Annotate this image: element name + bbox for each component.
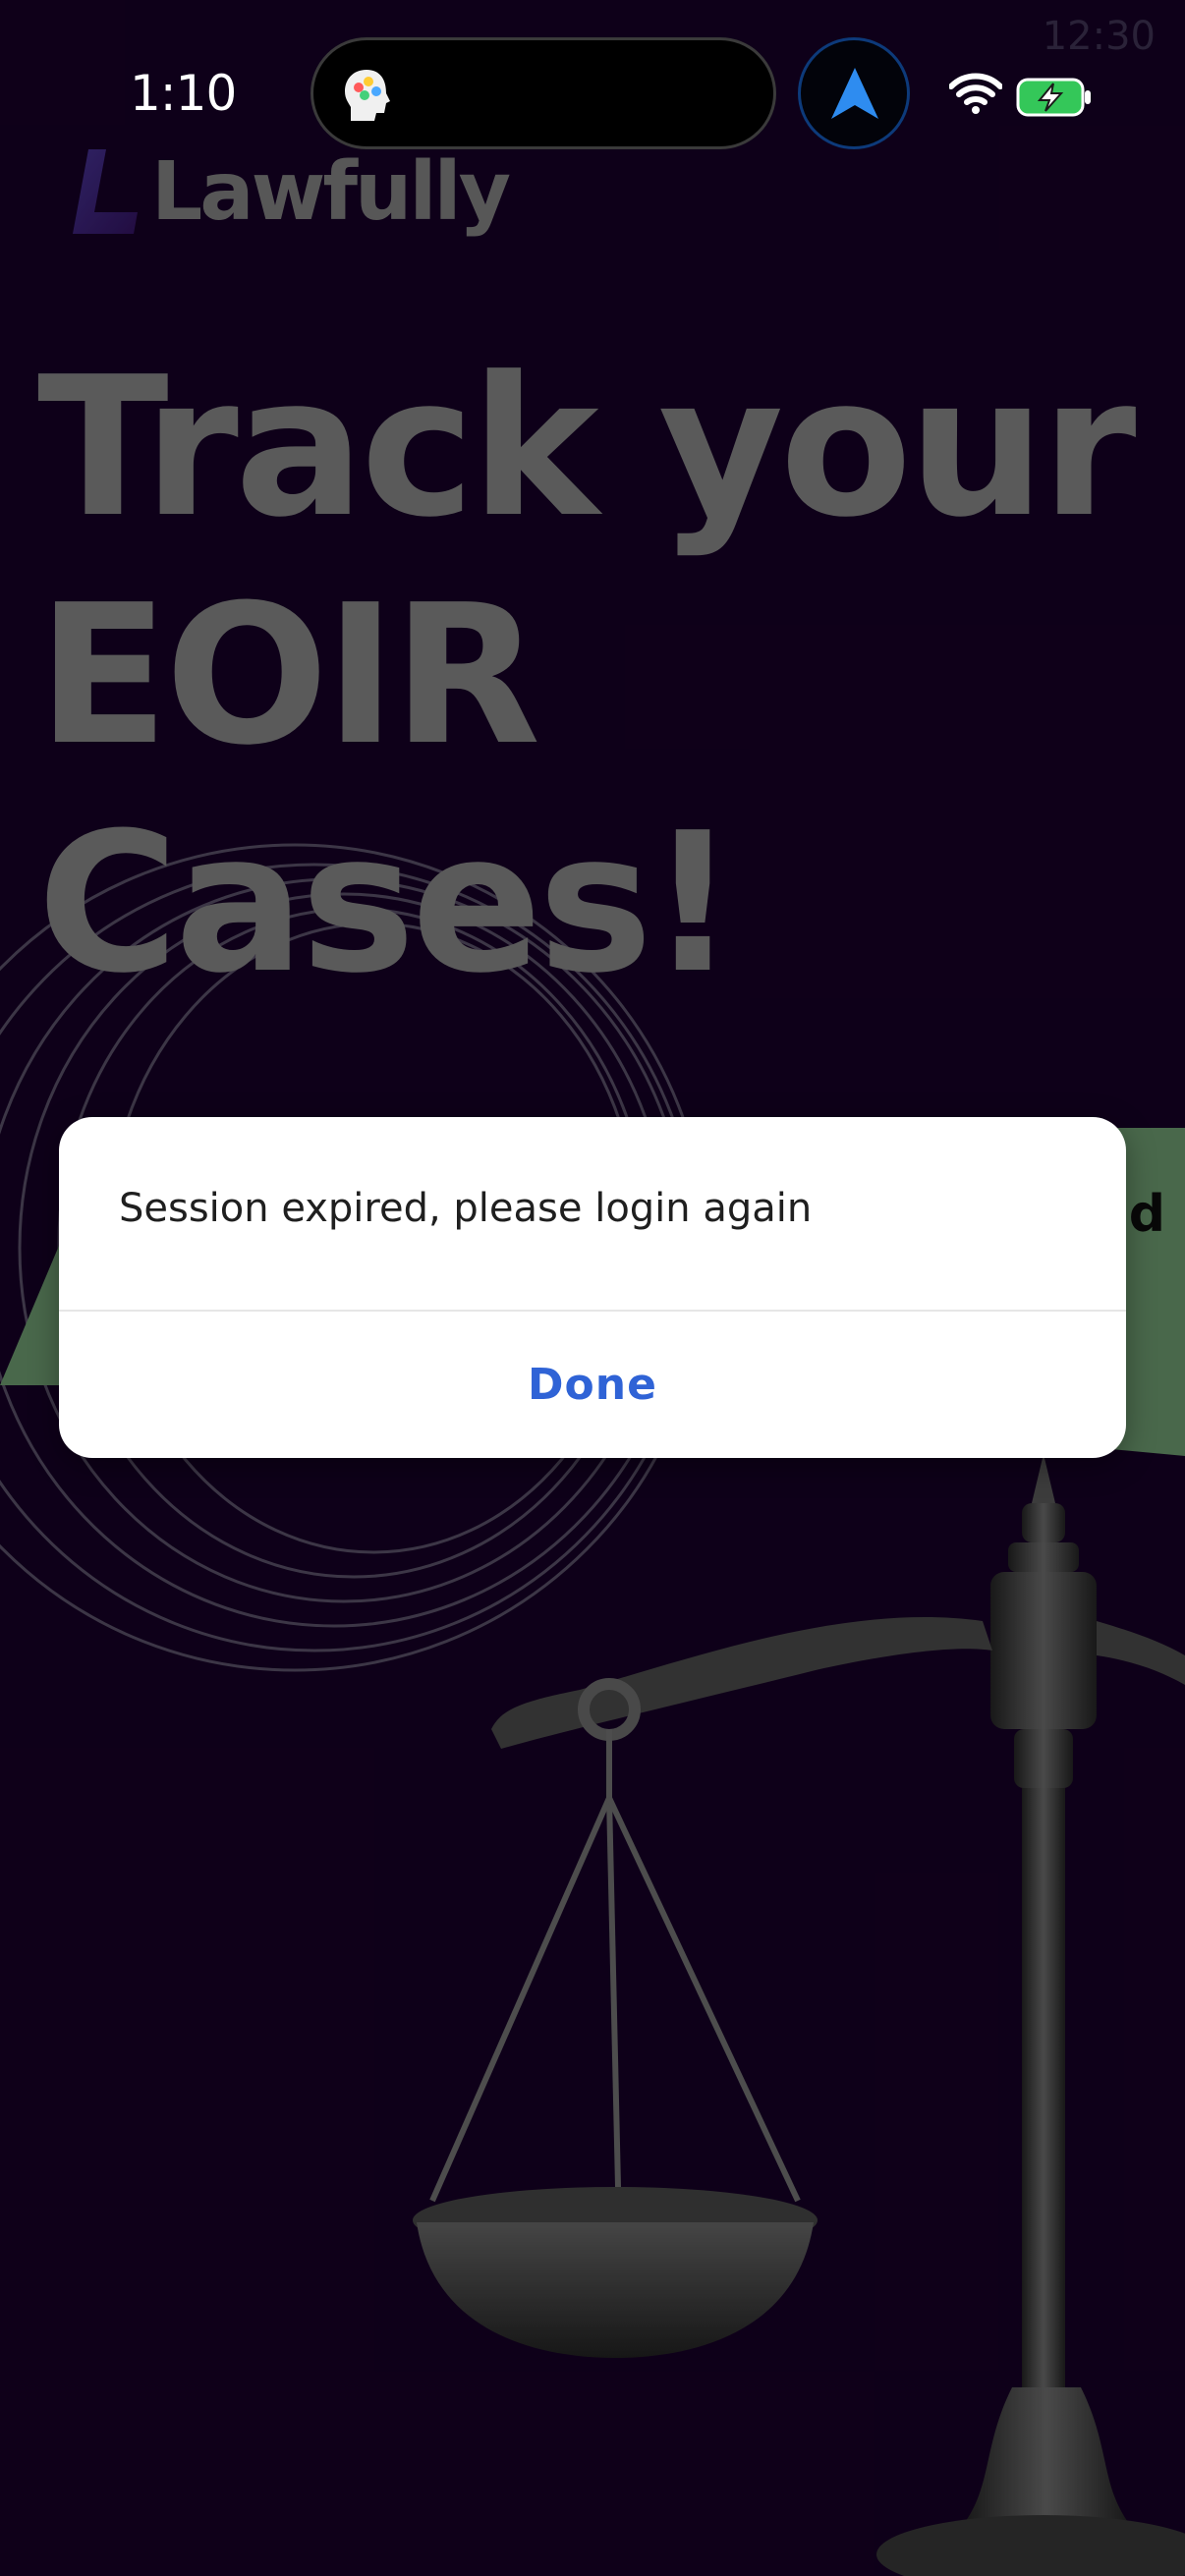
navigation-arrow-icon — [831, 68, 878, 119]
status-bar-ghost-time: 12:30 — [1042, 14, 1156, 59]
status-time: 1:10 — [130, 65, 237, 122]
dialog-message: Session expired, please login again — [119, 1186, 813, 1231]
navigation-indicator[interactable] — [798, 37, 910, 149]
session-expired-dialog: Session expired, please login again Done — [59, 1117, 1126, 1458]
battery-charging-icon — [1016, 78, 1091, 117]
dynamic-island — [310, 37, 776, 149]
status-bar: 12:30 1:10 — [0, 0, 1185, 196]
app-screen: Lawfully Track your EOIR Cases! d 12:30 … — [0, 0, 1185, 2576]
wifi-icon — [949, 73, 1002, 114]
done-button[interactable]: Done — [59, 1312, 1126, 1458]
app-icon — [345, 70, 390, 121]
